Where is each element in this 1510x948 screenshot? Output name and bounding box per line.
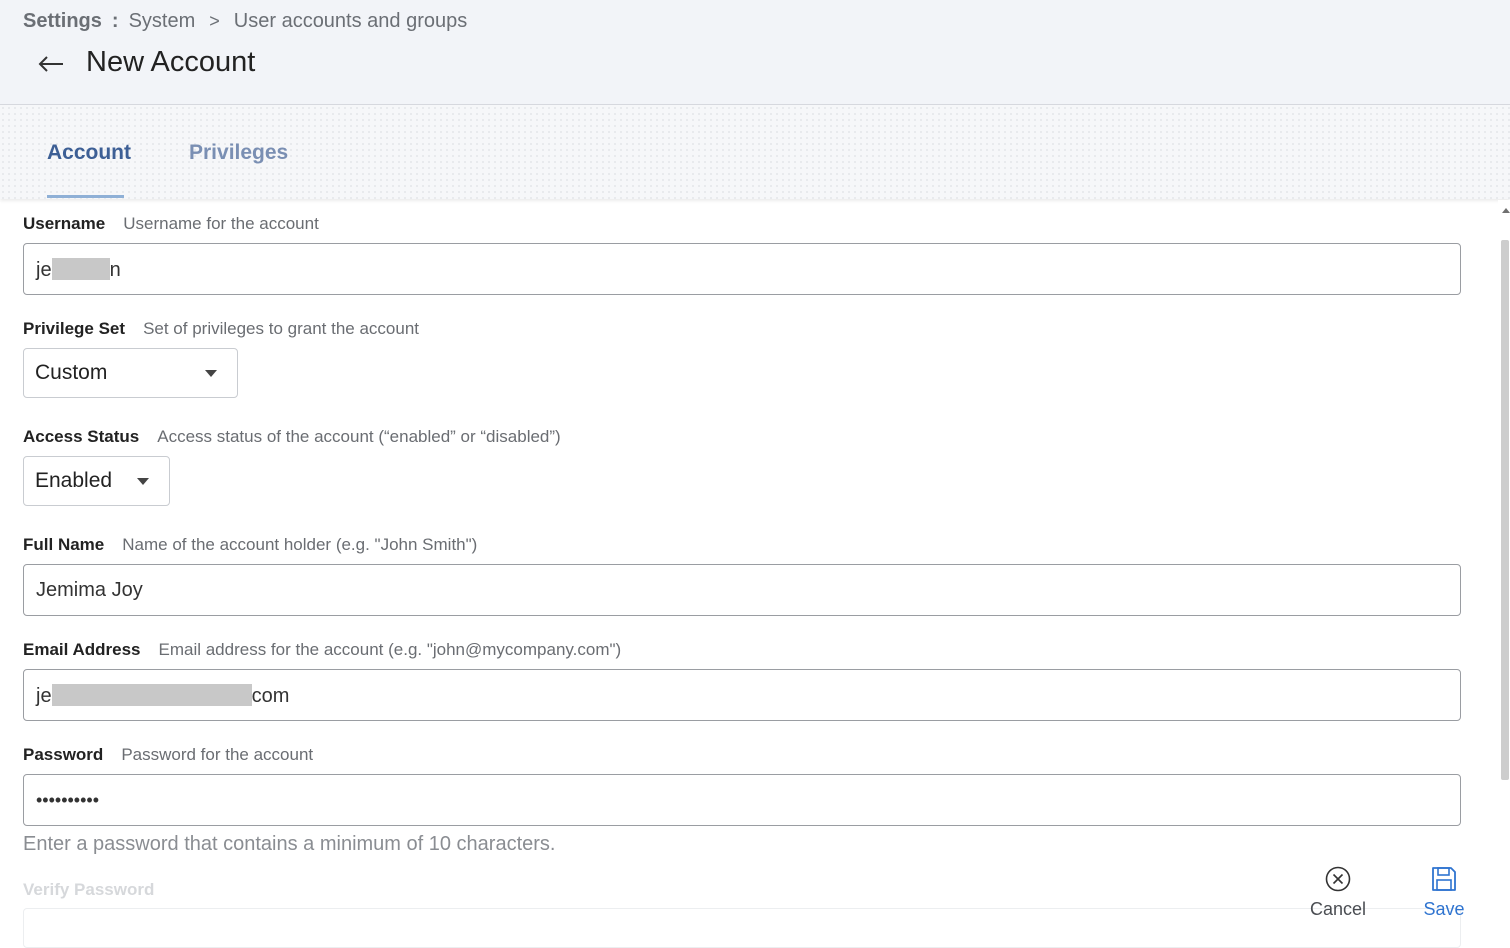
access-status-label-row: Access Status Access status of the accoun… <box>23 427 561 447</box>
tab-privileges[interactable]: Privileges <box>189 141 288 165</box>
arrow-left-icon <box>38 56 63 72</box>
tab-bar: Account Privileges <box>0 105 1510 199</box>
redaction-block <box>51 684 252 706</box>
email-description: Email address for the account (e.g. "joh… <box>158 640 622 659</box>
email-label-row: Email Address Email address for the accou… <box>23 640 621 660</box>
save-disk-icon <box>1432 867 1456 891</box>
cancel-label: Cancel <box>1309 899 1367 919</box>
username-label: Username <box>23 214 106 233</box>
scrollbar-thumb[interactable] <box>1501 240 1509 780</box>
close-circle-icon <box>1325 866 1351 892</box>
tab-account[interactable]: Account <box>47 141 131 165</box>
active-tab-indicator <box>47 195 124 198</box>
full-name-field[interactable]: Jemima Joy <box>23 564 1461 616</box>
breadcrumb-root[interactable]: Settings <box>23 10 102 32</box>
breadcrumb: Settings: System > User accounts and groups <box>23 10 467 33</box>
scroll-up-arrow-icon[interactable] <box>1502 208 1510 213</box>
caret-down-icon <box>137 478 149 485</box>
username-field[interactable]: je n <box>23 243 1461 295</box>
password-field[interactable]: •••••••••• <box>23 774 1461 826</box>
password-label: Password <box>23 745 104 764</box>
save-button[interactable]: Save <box>1420 865 1468 920</box>
access-status-select[interactable]: Enabled <box>23 456 170 506</box>
caret-down-icon <box>205 370 217 377</box>
breadcrumb-item-system[interactable]: System <box>129 10 196 32</box>
breadcrumb-colon: : <box>111 10 119 32</box>
username-label-row: Username Username for the account <box>23 214 319 234</box>
breadcrumb-item-user-accounts[interactable]: User accounts and groups <box>234 10 467 32</box>
privilege-set-label: Privilege Set <box>23 319 126 338</box>
privilege-set-description: Set of privileges to grant the account <box>143 319 420 338</box>
verify-password-label: Verify Password <box>23 880 155 899</box>
back-button[interactable] <box>36 46 66 82</box>
password-value: •••••••••• <box>36 790 100 810</box>
password-description: Password for the account <box>121 745 314 764</box>
page-header: Settings: System > User accounts and groups… <box>0 0 1510 105</box>
full-name-description: Name of the account holder (e.g. "John S… <box>122 535 478 554</box>
username-value: je n <box>36 258 121 281</box>
save-label: Save <box>1423 899 1465 919</box>
password-hint: Enter a password that contains a minimum… <box>23 833 556 855</box>
privilege-set-value: Custom <box>35 361 108 384</box>
access-status-value: Enabled <box>35 469 113 492</box>
page-title: New Account <box>86 46 256 78</box>
redaction-block <box>51 258 110 280</box>
email-value: je com <box>36 684 290 707</box>
privilege-set-label-row: Privilege Set Set of privileges to grant … <box>23 319 419 339</box>
privilege-set-select[interactable]: Custom <box>23 348 238 398</box>
chevron-right-icon: > <box>209 11 220 31</box>
access-status-label: Access Status <box>23 427 140 446</box>
full-name-label-row: Full Name Name of the account holder (e.g… <box>23 535 477 555</box>
password-label-row: Password Password for the account <box>23 745 313 765</box>
email-label: Email Address <box>23 640 141 659</box>
verify-password-field[interactable] <box>23 908 1461 948</box>
username-description: Username for the account <box>123 214 319 233</box>
access-status-description: Access status of the account (“enabled” … <box>157 427 561 446</box>
email-field[interactable]: je com <box>23 669 1461 721</box>
full-name-value: Jemima Joy <box>36 579 143 601</box>
cancel-button[interactable]: Cancel <box>1306 865 1370 920</box>
full-name-label: Full Name <box>23 535 105 554</box>
